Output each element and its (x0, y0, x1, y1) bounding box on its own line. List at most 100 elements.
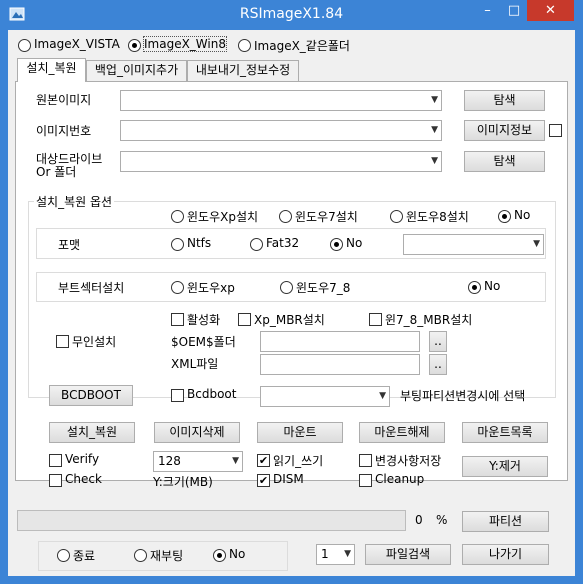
y-remove-button[interactable]: Y:제거 (462, 456, 548, 477)
verify-label[interactable]: Verify (65, 452, 99, 466)
win-8-label[interactable]: 윈도우8설치 (406, 208, 469, 225)
activate-checkbox[interactable] (171, 313, 184, 326)
dism-label[interactable]: DISM (273, 472, 304, 486)
boot-no-radio[interactable] (468, 281, 481, 294)
oem-folder-label: $OEM$폴더 (171, 335, 236, 349)
unmount-button[interactable]: 마운트해제 (359, 422, 445, 443)
target-folder-label: Or 폴더 (36, 165, 77, 179)
format-ntfs-label[interactable]: Ntfs (187, 236, 211, 250)
mode-vista-radio[interactable] (18, 39, 31, 52)
save-changes-checkbox[interactable] (359, 454, 372, 467)
check-checkbox[interactable] (49, 474, 62, 487)
bcdboot-combo[interactable]: ▼ (260, 386, 390, 407)
exit-reboot-label[interactable]: 재부팅 (150, 547, 183, 564)
unattended-checkbox[interactable] (56, 335, 69, 348)
readwrite-label[interactable]: 읽기_쓰기 (273, 452, 323, 469)
count-combo[interactable]: 1 ▼ (316, 544, 355, 565)
format-no-radio[interactable] (330, 238, 343, 251)
xml-file-input[interactable] (260, 354, 420, 375)
format-combo[interactable]: ▼ (403, 234, 544, 255)
readwrite-checkbox[interactable]: ✔ (257, 454, 270, 467)
bcdboot-button[interactable]: BCDBOOT (49, 385, 133, 406)
chevron-down-icon: ▼ (232, 456, 239, 466)
check-label[interactable]: Check (65, 472, 102, 486)
delete-image-button[interactable]: 이미지삭제 (154, 422, 240, 443)
cleanup-label[interactable]: Cleanup (375, 472, 424, 486)
oem-browse-button[interactable]: .. (429, 331, 447, 352)
tab-install-restore[interactable]: 설치_복원 (17, 58, 86, 82)
mode-win8-radio[interactable] (128, 39, 141, 52)
size-combo[interactable]: 128 ▼ (153, 451, 243, 472)
image-info-button[interactable]: 이미지정보 (464, 120, 545, 141)
image-index-label: 이미지번호 (36, 124, 92, 138)
boot-78-label[interactable]: 윈도우7_8 (296, 279, 350, 296)
minimize-button[interactable]: – (474, 0, 501, 21)
exit-no-label[interactable]: No (229, 547, 245, 561)
win-xp-radio[interactable] (171, 210, 184, 223)
bcdboot-label[interactable]: Bcdboot (187, 387, 236, 401)
win-7-label[interactable]: 윈도우7설치 (295, 208, 358, 225)
target-combo[interactable]: ▼ (120, 151, 442, 172)
client-area: ImageX_VISTA ImageX_Win8 ImageX_같은폴더 설치_… (8, 30, 575, 576)
win-xp-label[interactable]: 윈도우Xp설치 (187, 208, 258, 225)
target-browse-button[interactable]: 탐색 (464, 151, 545, 172)
win-8-radio[interactable] (390, 210, 403, 223)
win78-mbr-label[interactable]: 윈7_8_MBR설치 (385, 311, 472, 328)
maximize-button[interactable]: □ (501, 0, 527, 21)
boot-xp-radio[interactable] (171, 281, 184, 294)
format-fat32-label[interactable]: Fat32 (266, 236, 299, 250)
exit-quit-label[interactable]: 종료 (73, 547, 95, 564)
restore-options-title: 설치_복원 옵션 (34, 193, 115, 210)
chevron-down-icon: ▼ (379, 391, 386, 401)
win-7-radio[interactable] (279, 210, 292, 223)
boot-xp-label[interactable]: 윈도우xp (187, 279, 235, 296)
chevron-down-icon: ▼ (431, 95, 438, 105)
activate-label[interactable]: 활성화 (187, 311, 220, 328)
file-search-button[interactable]: 파일검색 (365, 544, 451, 565)
mount-list-button[interactable]: 마운트목록 (462, 422, 548, 443)
verify-checkbox[interactable] (49, 454, 62, 467)
format-fat32-radio[interactable] (250, 238, 263, 251)
tab-export-info[interactable]: 내보내기_정보수정 (187, 60, 299, 81)
xp-mbr-checkbox[interactable] (238, 313, 251, 326)
source-image-combo[interactable]: ▼ (120, 90, 442, 111)
mode-samefolder-radio[interactable] (238, 39, 251, 52)
format-ntfs-radio[interactable] (171, 238, 184, 251)
source-browse-button[interactable]: 탐색 (464, 90, 545, 111)
format-no-label[interactable]: No (346, 236, 362, 250)
tab-backup-append[interactable]: 백업_이미지추가 (86, 60, 187, 81)
cleanup-checkbox[interactable] (359, 474, 372, 487)
partition-button[interactable]: 파티션 (462, 511, 549, 532)
unattended-label[interactable]: 무인설치 (72, 333, 116, 350)
bcdboot-checkbox[interactable] (171, 389, 184, 402)
exit-quit-radio[interactable] (57, 549, 70, 562)
exit-reboot-radio[interactable] (134, 549, 147, 562)
exit-button[interactable]: 나가기 (462, 544, 549, 565)
size-label: Y:크기(MB) (153, 475, 213, 489)
bootsector-label: 부트섹터설치 (58, 281, 125, 295)
format-label: 포맷 (58, 238, 81, 252)
install-restore-button[interactable]: 설치_복원 (49, 422, 135, 443)
boot-78-radio[interactable] (280, 281, 293, 294)
win-no-label[interactable]: No (514, 208, 530, 222)
xml-browse-button[interactable]: .. (429, 354, 447, 375)
xp-mbr-label[interactable]: Xp_MBR설치 (254, 311, 325, 328)
size-value: 128 (158, 454, 181, 468)
close-button[interactable]: ✕ (527, 0, 574, 21)
save-changes-label[interactable]: 변경사항저장 (375, 452, 441, 469)
mode-win8-label[interactable]: ImageX_Win8 (143, 36, 227, 52)
source-image-label: 원본이미지 (36, 93, 92, 107)
mode-samefolder-label[interactable]: ImageX_같은폴더 (254, 37, 350, 54)
progress-bar (17, 510, 406, 531)
dism-checkbox[interactable]: ✔ (257, 474, 270, 487)
win78-mbr-checkbox[interactable] (369, 313, 382, 326)
win-no-radio[interactable] (498, 210, 511, 223)
image-info-checkbox[interactable] (549, 124, 562, 137)
chevron-down-icon: ▼ (533, 239, 540, 249)
mount-button[interactable]: 마운트 (257, 422, 343, 443)
mode-vista-label[interactable]: ImageX_VISTA (34, 37, 120, 51)
oem-folder-input[interactable] (260, 331, 420, 352)
image-index-combo[interactable]: ▼ (120, 120, 442, 141)
exit-no-radio[interactable] (213, 549, 226, 562)
boot-no-label[interactable]: No (484, 279, 500, 293)
